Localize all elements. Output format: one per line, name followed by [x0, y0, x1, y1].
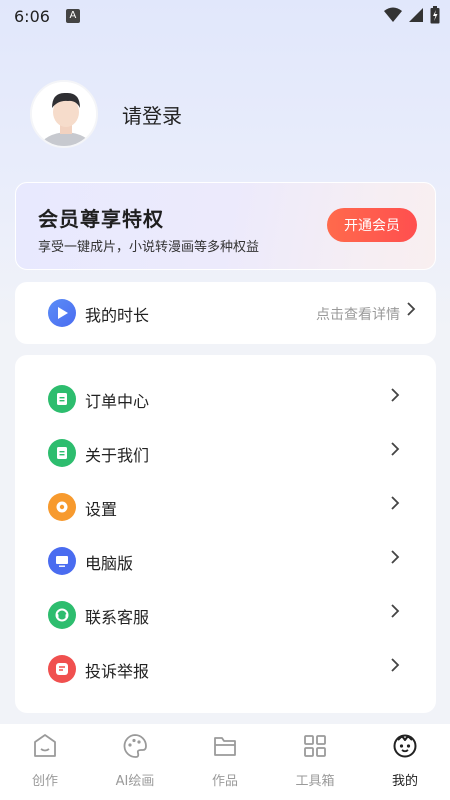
chevron-right-icon: [390, 441, 400, 461]
menu-item-settings[interactable]: 设置: [15, 480, 436, 534]
avatar[interactable]: [30, 80, 98, 148]
vip-subtitle: 享受一键成片，小说转漫画等多种权益: [38, 240, 260, 255]
chevron-right-icon: [406, 301, 416, 321]
chevron-right-icon: [390, 549, 400, 569]
menu-item-customer-service[interactable]: 联系客服: [15, 588, 436, 642]
menu-item-label: 订单中心: [85, 392, 150, 411]
default-avatar-icon: [32, 82, 96, 146]
tab-mine[interactable]: 我的: [360, 724, 450, 800]
tab-label: 作品: [211, 774, 238, 789]
chevron-right-icon: [390, 495, 400, 515]
tab-toolbox[interactable]: 工具箱: [270, 724, 360, 800]
create-icon: [34, 734, 56, 757]
profile-header[interactable]: 请登录: [30, 80, 182, 148]
view-details-link[interactable]: 点击查看详情: [316, 304, 400, 324]
about-icon: [48, 439, 76, 467]
vip-card: 会员尊享特权 享受一键成片，小说转漫画等多种权益 开通会员: [15, 182, 436, 270]
settings-icon: [48, 493, 76, 521]
menu-item-desktop[interactable]: 电脑版: [15, 534, 436, 588]
signal-icon: [409, 8, 423, 22]
battery-icon: [430, 6, 440, 24]
menu-item-label: 联系客服: [85, 608, 150, 627]
order-icon: [48, 385, 76, 413]
menu-item-label: 投诉举报: [85, 662, 150, 681]
palette-icon: [123, 734, 147, 758]
my-duration-label: 我的时长: [85, 306, 150, 325]
grid-icon: [304, 735, 326, 757]
play-icon: [48, 299, 76, 327]
tab-works[interactable]: 作品: [180, 724, 270, 800]
wifi-icon: [384, 7, 402, 22]
report-icon: [48, 655, 76, 683]
tab-label: AI绘画: [115, 774, 155, 789]
vip-title: 会员尊享特权: [38, 207, 164, 231]
chevron-right-icon: [390, 603, 400, 623]
my-duration-row[interactable]: 我的时长 点击查看详情: [15, 282, 436, 344]
folder-icon: [214, 737, 236, 756]
open-vip-button[interactable]: 开通会员: [327, 208, 417, 242]
status-bar: 6:06 A: [0, 0, 450, 32]
menu-list: 订单中心 关于我们 设置 电脑版 联系客服 投诉举报: [15, 355, 436, 713]
menu-item-label: 设置: [85, 500, 118, 519]
menu-item-label: 电脑版: [85, 554, 134, 573]
login-prompt[interactable]: 请登录: [122, 100, 182, 129]
tab-label: 工具箱: [295, 774, 335, 789]
menu-item-orders[interactable]: 订单中心: [15, 372, 436, 426]
menu-item-report[interactable]: 投诉举报: [15, 642, 436, 696]
customer-service-icon: [48, 601, 76, 629]
tab-ai-painting[interactable]: AI绘画: [90, 724, 180, 800]
menu-item-label: 关于我们: [85, 446, 150, 465]
menu-item-about[interactable]: 关于我们: [15, 426, 436, 480]
desktop-icon: [48, 547, 76, 575]
status-icons: [384, 6, 440, 24]
profile-face-icon: [393, 734, 417, 758]
chevron-right-icon: [390, 657, 400, 677]
tab-label: 创作: [31, 774, 58, 789]
chevron-right-icon: [390, 387, 400, 407]
tab-create[interactable]: 创作: [0, 724, 90, 800]
tab-label: 我的: [391, 774, 418, 789]
bottom-tab-bar: 创作 AI绘画 作品 工具箱 我的: [0, 724, 450, 800]
status-time: 6:06: [14, 6, 50, 26]
notification-indicator: A: [65, 9, 80, 23]
